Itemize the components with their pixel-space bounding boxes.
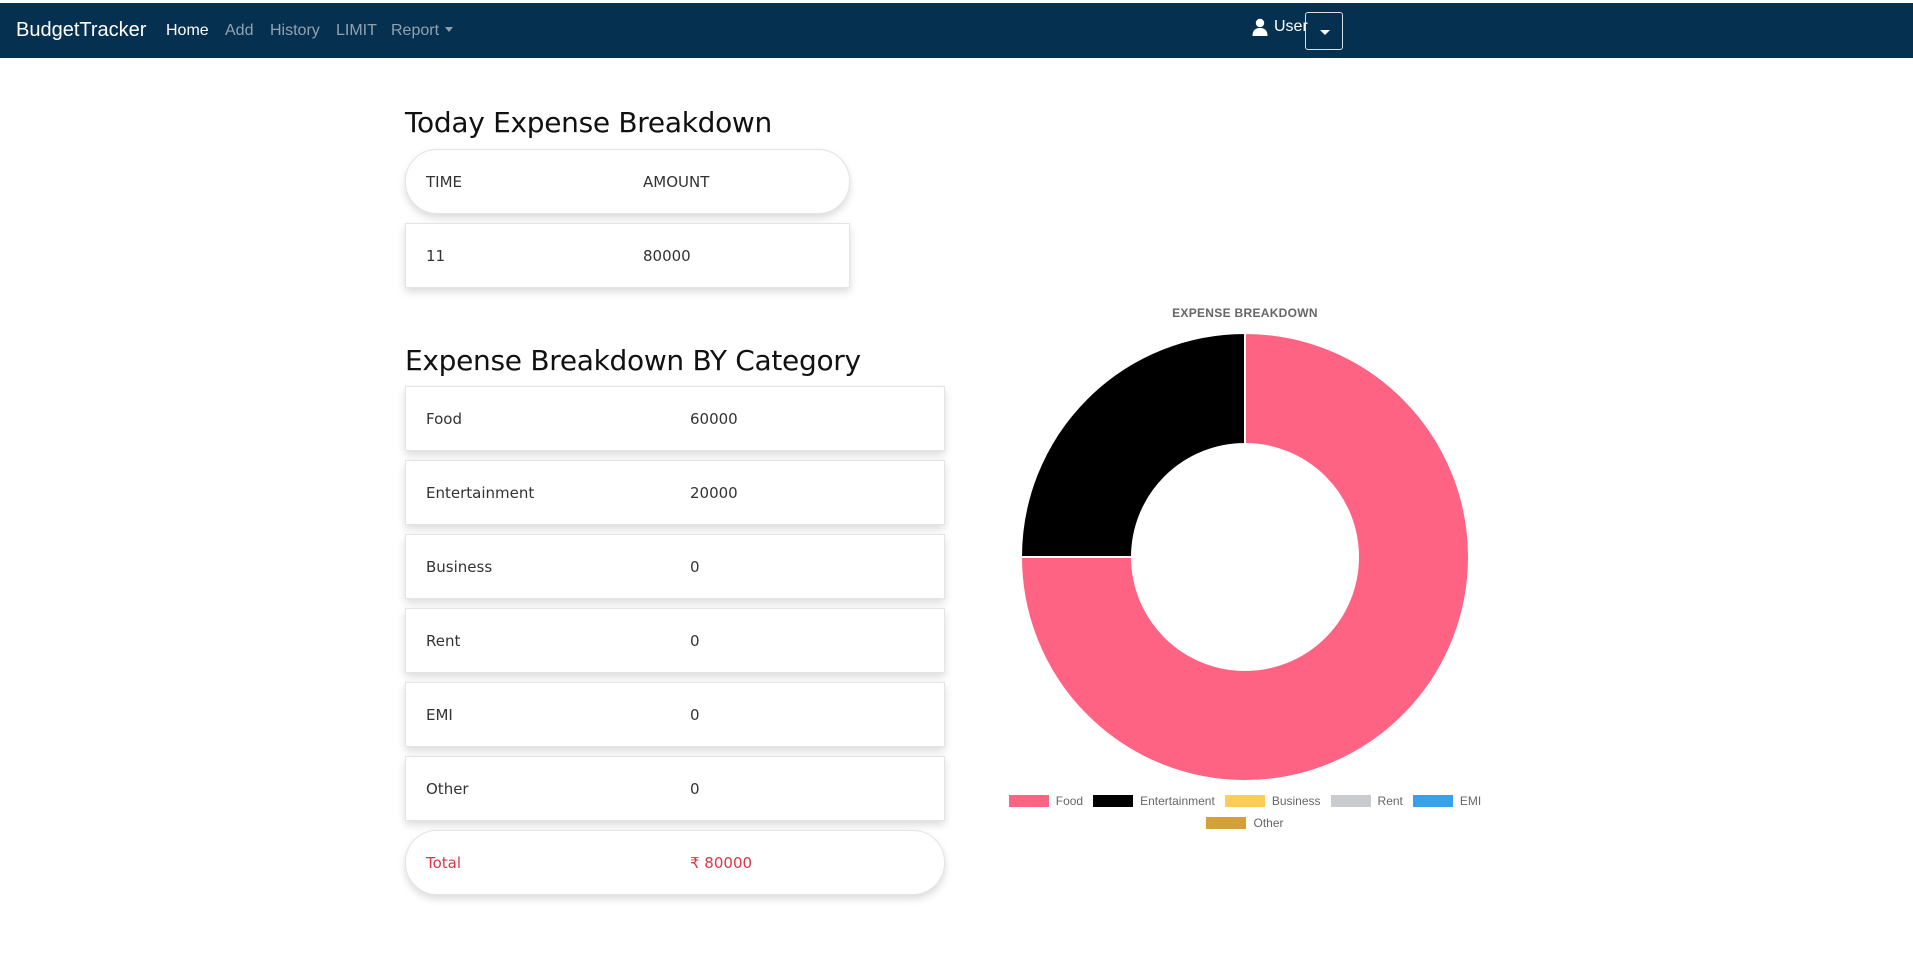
nav-add[interactable]: Add <box>225 22 253 40</box>
brand-link[interactable]: BudgetTracker <box>16 19 146 42</box>
total-value: ₹ 80000 <box>690 853 753 872</box>
total-label: Total <box>426 853 462 872</box>
legend-label: EMI <box>1459 794 1482 808</box>
legend-label: Business <box>1271 794 1321 808</box>
chart-title: EXPENSE BREAKDOWN <box>1172 306 1318 320</box>
category-value: 0 <box>690 557 700 576</box>
category-row-emi: EMI 0 <box>405 682 945 747</box>
legend-row: Other <box>1000 812 1490 834</box>
today-heading: Today Expense Breakdown <box>405 106 772 139</box>
nav-home[interactable]: Home <box>166 22 209 40</box>
legend-swatch <box>1206 817 1247 829</box>
category-value: 0 <box>690 779 700 798</box>
legend-swatch <box>1330 795 1371 807</box>
category-value: 20000 <box>690 483 738 502</box>
legend-item-emi[interactable]: EMI <box>1412 794 1482 808</box>
legend-item-rent[interactable]: Rent <box>1330 794 1403 808</box>
legend-swatch <box>1008 795 1049 807</box>
user-dropdown-toggle[interactable] <box>1305 12 1343 50</box>
legend-item-business[interactable]: Business <box>1224 794 1321 808</box>
category-row-other: Other 0 <box>405 756 945 821</box>
nav-limit[interactable]: LIMIT <box>336 22 377 40</box>
today-header-row: TIME AMOUNT <box>405 149 850 214</box>
legend-label: Food <box>1055 794 1084 808</box>
legend-swatch <box>1093 795 1134 807</box>
nav-report-dropdown[interactable]: Report <box>391 22 454 40</box>
category-name: Business <box>426 557 493 576</box>
today-row-amount: 80000 <box>643 246 691 265</box>
today-row-time: 11 <box>426 246 446 265</box>
category-heading: Expense Breakdown BY Category <box>405 344 861 377</box>
legend-swatch <box>1224 795 1265 807</box>
amount-column-header: AMOUNT <box>643 172 710 191</box>
legend-label: Rent <box>1377 794 1403 808</box>
navbar: BudgetTracker Home Add History LIMIT Rep… <box>0 3 1913 58</box>
legend-item-entertainment[interactable]: Entertainment <box>1093 794 1215 808</box>
user-icon <box>1252 18 1268 36</box>
today-row: 11 80000 <box>405 223 850 288</box>
category-row-rent: Rent 0 <box>405 608 945 673</box>
category-name: Entertainment <box>426 483 535 502</box>
time-column-header: TIME <box>426 172 463 191</box>
category-name: Other <box>426 779 469 798</box>
category-value: 0 <box>690 631 700 650</box>
donut-slice-entertainment[interactable] <box>1019 331 1246 558</box>
category-row-entertainment: Entertainment 20000 <box>405 460 945 525</box>
legend-item-other[interactable]: Other <box>1206 816 1284 830</box>
legend-item-food[interactable]: Food <box>1008 794 1084 808</box>
donut-chart <box>1019 331 1470 782</box>
chevron-down-icon <box>445 27 454 32</box>
chart-legend: Food Entertainment Business Rent EMI Other <box>1000 790 1490 834</box>
category-row-food: Food 60000 <box>405 386 945 451</box>
category-value: 60000 <box>690 409 738 428</box>
nav-report-label: Report <box>391 22 440 39</box>
category-name: Food <box>426 409 462 428</box>
legend-swatch <box>1412 795 1453 807</box>
legend-label: Other <box>1253 816 1284 830</box>
legend-row: Food Entertainment Business Rent EMI <box>1000 790 1490 812</box>
caret-down-icon <box>1320 30 1330 35</box>
category-value: 0 <box>690 705 700 724</box>
category-name: Rent <box>426 631 461 650</box>
nav-history[interactable]: History <box>270 22 320 40</box>
total-row: Total ₹ 80000 <box>405 830 945 895</box>
category-name: EMI <box>426 705 453 724</box>
category-row-business: Business 0 <box>405 534 945 599</box>
user-name: User <box>1274 18 1308 35</box>
legend-label: Entertainment <box>1140 794 1215 808</box>
